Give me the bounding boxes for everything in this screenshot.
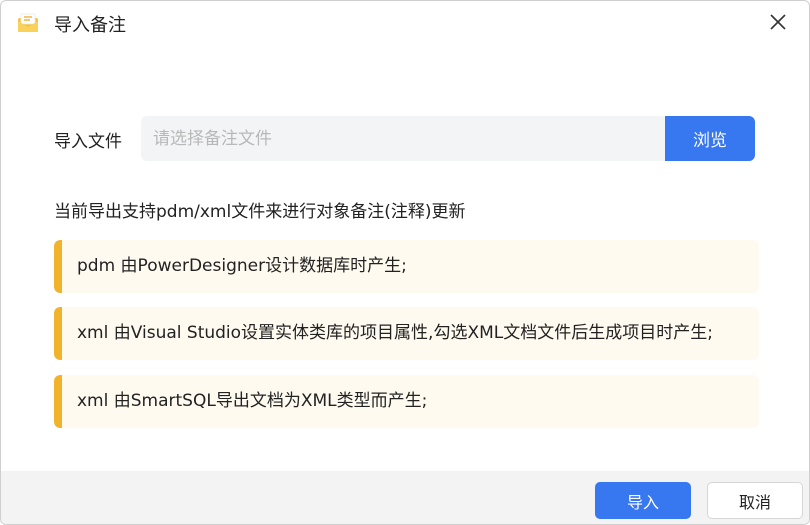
note-item: xml 由Visual Studio设置实体类库的项目属性,勾选XML文档文件后… (54, 307, 759, 360)
dialog-footer: 导入 取消 (1, 471, 809, 524)
note-item: pdm 由PowerDesigner设计数据库时产生; (54, 240, 759, 293)
note-accent-bar (54, 240, 62, 293)
note-text: pdm 由PowerDesigner设计数据库时产生; (77, 256, 407, 276)
envelope-note-icon (17, 12, 39, 34)
description-text: 当前导出支持pdm/xml文件来进行对象备注(注释)更新 (54, 202, 466, 222)
dialog-title: 导入备注 (54, 15, 126, 36)
import-button[interactable]: 导入 (595, 482, 691, 519)
cancel-button[interactable]: 取消 (707, 482, 803, 519)
note-text: xml 由Visual Studio设置实体类库的项目属性,勾选XML文档文件后… (77, 323, 713, 343)
import-notes-dialog: 导入备注 导入文件 浏览 当前导出支持pdm/xml文件来进行对象备注(注释)更… (0, 0, 810, 525)
file-path-input[interactable] (141, 116, 665, 161)
browse-button[interactable]: 浏览 (665, 116, 755, 161)
title-bar: 导入备注 (1, 1, 809, 45)
note-accent-bar (54, 375, 62, 428)
import-file-label: 导入文件 (54, 132, 122, 152)
note-text: xml 由SmartSQL导出文档为XML类型而产生; (77, 391, 428, 411)
note-accent-bar (54, 307, 62, 360)
close-button[interactable] (765, 9, 791, 35)
close-icon (770, 14, 786, 30)
note-item: xml 由SmartSQL导出文档为XML类型而产生; (54, 375, 759, 428)
